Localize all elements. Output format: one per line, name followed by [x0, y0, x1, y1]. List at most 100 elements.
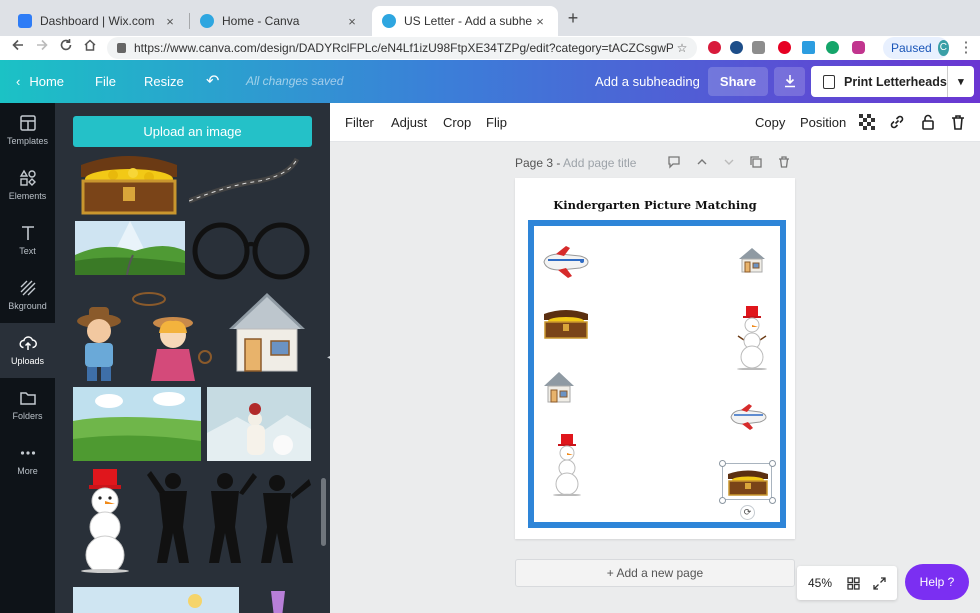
- page-title-input[interactable]: Add page title: [563, 156, 636, 170]
- tab-canva-home[interactable]: Home - Canva ×: [190, 6, 370, 36]
- adjust-button[interactable]: Adjust: [391, 103, 427, 142]
- house-picture[interactable]: [738, 246, 766, 274]
- profile-status: Paused: [891, 41, 932, 55]
- wix-favicon-icon: [18, 14, 32, 28]
- rail-item-more[interactable]: More: [0, 433, 55, 488]
- link-icon[interactable]: [888, 113, 906, 131]
- tab-wix-dashboard[interactable]: Dashboard | Wix.com ×: [8, 6, 188, 36]
- resize-handle[interactable]: [769, 460, 776, 467]
- background-icon: [20, 280, 35, 296]
- design-page[interactable]: Kindergarten Picture Matching ⟳: [515, 178, 795, 539]
- comment-icon[interactable]: [666, 155, 682, 171]
- jumping-people-thumbnail[interactable]: [143, 467, 313, 567]
- treasure-chest-thumbnail[interactable]: [73, 147, 185, 217]
- rail-item-elements[interactable]: Elements: [0, 158, 55, 213]
- road-thumbnail[interactable]: [189, 151, 311, 209]
- fullscreen-expand-icon[interactable]: [873, 577, 886, 590]
- house-thumbnail[interactable]: [225, 289, 309, 375]
- trash-icon[interactable]: [949, 113, 967, 131]
- resize-handle[interactable]: [719, 497, 726, 504]
- tab-us-letter[interactable]: US Letter - Add a subheading ×: [372, 6, 558, 36]
- airplane-picture[interactable]: [540, 246, 590, 278]
- grid-view-icon[interactable]: [847, 577, 860, 590]
- undo-icon[interactable]: ↶: [206, 60, 219, 103]
- green-hill-thumbnail[interactable]: [75, 221, 185, 275]
- transparency-icon[interactable]: [858, 113, 876, 131]
- purple-object-thumbnail[interactable]: [265, 587, 291, 613]
- lock-icon: [117, 43, 126, 53]
- chevron-down-icon[interactable]: ▾: [948, 75, 974, 88]
- resize-handle[interactable]: [719, 460, 726, 467]
- crop-button[interactable]: Crop: [443, 103, 471, 142]
- lock-icon[interactable]: [919, 113, 937, 131]
- duplicate-page-icon[interactable]: [748, 155, 764, 171]
- rail-item-templates[interactable]: Templates: [0, 103, 55, 158]
- move-page-up-chevron-icon[interactable]: [694, 155, 710, 171]
- blue-border-frame[interactable]: ⟳: [528, 220, 786, 528]
- upload-image-button[interactable]: Upload an image: [73, 116, 312, 147]
- file-menu[interactable]: File: [95, 60, 116, 103]
- delete-page-trash-icon[interactable]: [776, 155, 792, 171]
- reload-icon[interactable]: [56, 38, 76, 58]
- move-page-down-chevron-icon[interactable]: [721, 155, 737, 171]
- rail-item-background[interactable]: Bkground: [0, 268, 55, 323]
- profile-paused-button[interactable]: Paused C: [883, 37, 949, 59]
- address-bar[interactable]: https://www.canva.com/design/DADYRclFPLc…: [107, 37, 697, 59]
- uploads-icon: [18, 336, 37, 350]
- url-text[interactable]: https://www.canva.com/design/DADYRclFPLc…: [134, 41, 673, 55]
- tab-close-icon[interactable]: ×: [162, 14, 178, 29]
- print-label: Print Letterheads: [844, 74, 947, 89]
- position-button[interactable]: Position: [800, 103, 846, 142]
- share-extension-icon[interactable]: [730, 41, 743, 54]
- instagram-icon[interactable]: [852, 41, 865, 54]
- home-icon[interactable]: [80, 38, 100, 58]
- snowman-picture[interactable]: [550, 434, 584, 496]
- tab-close-icon[interactable]: ×: [344, 14, 360, 29]
- rail-item-text[interactable]: Text: [0, 213, 55, 268]
- rail-item-folders[interactable]: Folders: [0, 378, 55, 433]
- rotate-icon[interactable]: ⟳: [740, 505, 755, 520]
- new-tab-button[interactable]: +: [564, 9, 582, 27]
- document-title[interactable]: Add a subheading: [595, 60, 700, 103]
- treasure-chest-picture[interactable]: [542, 306, 590, 340]
- snowman-thumbnail[interactable]: [75, 467, 135, 573]
- print-letterheads-button[interactable]: Print Letterheads ▾: [811, 66, 974, 97]
- extension-icon[interactable]: [708, 41, 721, 54]
- page-number: Page 3 -: [515, 156, 564, 170]
- zoom-level[interactable]: 45%: [808, 566, 832, 600]
- browser-menu-icon[interactable]: ⋮: [958, 38, 974, 58]
- panel-scrollbar[interactable]: [321, 478, 326, 546]
- grammarly-icon[interactable]: [826, 41, 839, 54]
- zoom-controls: 45%: [797, 566, 897, 600]
- resize-handle[interactable]: [769, 497, 776, 504]
- page-heading[interactable]: Kindergarten Picture Matching: [515, 198, 795, 212]
- share-button[interactable]: Share: [708, 67, 768, 96]
- rail-label: Uploads: [10, 356, 45, 366]
- filter-button[interactable]: Filter: [345, 103, 374, 142]
- airplane-picture[interactable]: [728, 404, 768, 430]
- download-icon[interactable]: [774, 67, 805, 96]
- forward-arrow-icon[interactable]: [32, 38, 52, 58]
- pinterest-icon[interactable]: [778, 41, 791, 54]
- page-label: Page 3 - Add page title: [515, 156, 636, 170]
- home-button[interactable]: ‹ Home: [16, 60, 64, 103]
- cowboy-kids-thumbnail[interactable]: [71, 287, 215, 383]
- sky-thumbnail[interactable]: [73, 587, 239, 613]
- back-arrow-icon[interactable]: [8, 38, 28, 58]
- help-button[interactable]: Help ?: [905, 564, 969, 600]
- add-new-page-button[interactable]: + Add a new page: [515, 559, 795, 587]
- copy-button[interactable]: Copy: [755, 103, 785, 142]
- rail-item-uploads[interactable]: Uploads: [0, 323, 55, 378]
- tab-close-icon[interactable]: ×: [532, 14, 548, 29]
- blue-extension-icon[interactable]: [802, 41, 815, 54]
- bookmark-star-icon[interactable]: ☆: [673, 41, 691, 55]
- selection-box[interactable]: [722, 463, 772, 500]
- snow-scene-thumbnail[interactable]: [207, 387, 311, 461]
- house-picture[interactable]: [543, 370, 575, 404]
- grass-field-thumbnail[interactable]: [73, 387, 201, 461]
- resize-button[interactable]: Resize: [144, 60, 184, 103]
- shirt-extension-icon[interactable]: [752, 41, 765, 54]
- glasses-thumbnail[interactable]: [189, 219, 313, 283]
- flip-button[interactable]: Flip: [486, 103, 507, 142]
- snowman-picture[interactable]: [734, 306, 770, 370]
